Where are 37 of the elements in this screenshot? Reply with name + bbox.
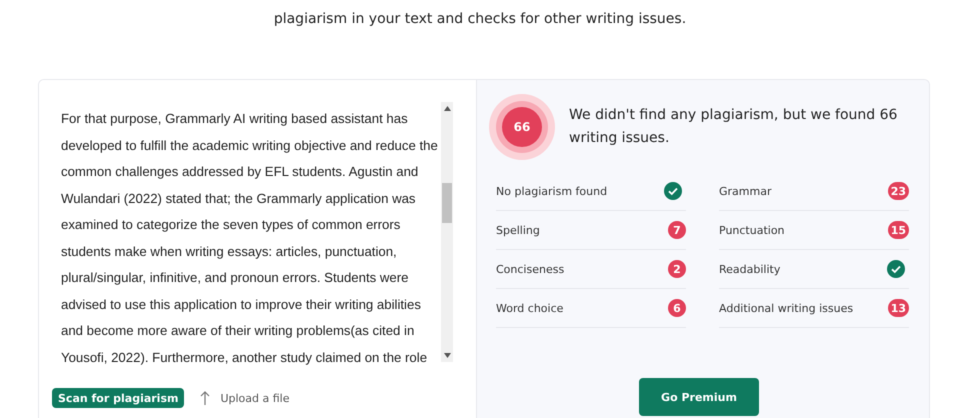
intro-text: plagiarism in your text and checks for other writing issues.: [272, 10, 688, 29]
scroll-down-icon[interactable]: [444, 353, 450, 358]
upload-icon[interactable]: [200, 391, 210, 405]
scroll-up-icon[interactable]: [444, 106, 450, 111]
scrollbar[interactable]: [441, 102, 453, 362]
check-label: Punctuation: [719, 224, 785, 236]
scan-button[interactable]: Scan for plagiarism: [52, 388, 184, 408]
check-label: Spelling: [496, 224, 540, 236]
check-label: No plagiarism found: [496, 184, 608, 198]
text-line: examined to categorize the seven types of common errors: [61, 216, 402, 234]
issue-count: 13: [888, 299, 909, 317]
text-line: plural/singular, infinitive, and pronoun errors. Students were: [61, 269, 410, 287]
text-line: Wulandari (2022) stated that; the Grammarly application was: [61, 190, 417, 208]
issue-count: 15: [888, 221, 909, 239]
text-line: and become more aware of their writing problems(as cited in: [61, 322, 416, 340]
upload-link[interactable]: Upload a file: [220, 392, 290, 404]
scroll-thumb[interactable]: [442, 183, 452, 223]
text-line: Yousofi, 2022). Furthermore, another study claimed on the role: [61, 348, 428, 367]
issue-count: 7: [668, 221, 686, 239]
score-badge: 66: [489, 94, 555, 160]
result-message: We didn't find any plagiarism, but we found 66 writing issues.: [569, 106, 898, 148]
issue-count: 23: [888, 182, 909, 200]
check-label: Readability: [719, 262, 780, 276]
text-line: common challenges addressed by EFL students. Agustin and: [61, 163, 420, 181]
text-line: For that purpose, Grammarly AI writing based assistant has: [61, 110, 409, 128]
text-line: developed to fulfill the academic writing objective and reduce the: [61, 136, 439, 155]
check-label: Grammar: [719, 184, 772, 198]
check-label: Word choice: [496, 302, 564, 314]
check-icon: [664, 182, 682, 200]
premium-button[interactable]: Go Premium: [639, 378, 759, 416]
issue-count: 2: [668, 260, 686, 278]
check-label: Conciseness: [496, 262, 564, 276]
check-label: Additional writing issues: [719, 302, 854, 314]
check-icon: [887, 260, 905, 278]
issue-count: 6: [668, 299, 686, 317]
text-line: advised to use this application to improve their writing abilities: [61, 296, 422, 314]
text-line: students make when writing essays: articles, punctuation,: [61, 242, 398, 261]
